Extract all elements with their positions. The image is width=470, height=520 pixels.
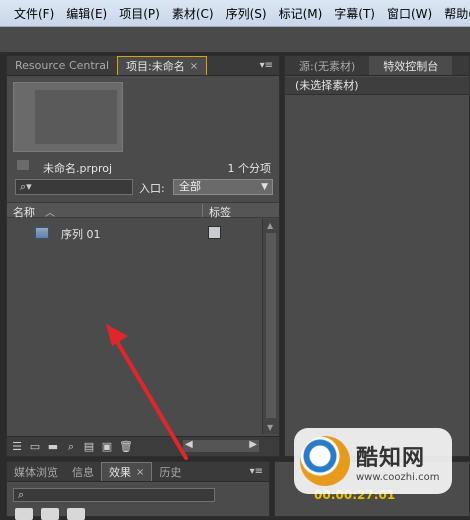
menu-help[interactable]: 帮助(H) <box>438 5 470 22</box>
list-view-icon[interactable]: ☰ <box>11 440 23 453</box>
32bit-effects-icon[interactable] <box>41 508 59 520</box>
menu-file[interactable]: 文件(F) <box>8 5 60 22</box>
column-header: 名称 ︿ 标签 <box>7 202 279 220</box>
menu-marker[interactable]: 标记(M) <box>273 5 329 22</box>
watermark: 酷知网 www.coozhi.com <box>294 428 452 494</box>
menu-project[interactable]: 项目(P) <box>113 5 166 22</box>
source-panel-tabbar: 源:(无素材) 特效控制台 <box>285 56 469 76</box>
accelerated-effects-icon[interactable] <box>15 508 33 520</box>
scroll-left-icon[interactable]: ◀ <box>185 439 193 450</box>
clear-icon[interactable]: 🗑 <box>119 440 133 453</box>
scroll-up-icon[interactable]: ▲ <box>267 221 273 230</box>
scroll-right-icon[interactable]: ▶ <box>249 439 257 450</box>
search-icon: ⌕▾ <box>20 180 32 193</box>
entry-label: 入口: <box>139 182 165 195</box>
tab-info[interactable]: 信息 <box>65 462 101 481</box>
effects-filter-icons <box>15 508 85 520</box>
tool-strip <box>0 27 470 53</box>
tab-label: 媒体浏览 <box>14 465 58 479</box>
item-count: 1 个分项 <box>227 162 272 175</box>
tab-media-browser[interactable]: 媒体浏览 <box>7 462 65 481</box>
menu-edit[interactable]: 编辑(E) <box>60 5 113 22</box>
tab-label: Resource Central <box>15 59 109 72</box>
no-clip-selected: (未选择素材) <box>285 77 469 95</box>
coozhi-logo <box>300 436 350 486</box>
watermark-url: www.coozhi.com <box>356 471 440 483</box>
effects-panel: 媒体浏览 信息 效果 × 历史 ▾≡ ⌕ <box>6 461 270 520</box>
panel-menu-icon[interactable]: ▾≡ <box>250 466 263 477</box>
horizontal-scrollbar[interactable]: ◀ ▶ <box>183 439 259 452</box>
tab-label: 项目:未命名 <box>126 60 185 73</box>
close-icon[interactable]: × <box>190 61 198 72</box>
sequence-icon <box>35 227 49 239</box>
watermark-text: 酷知网 www.coozhi.com <box>356 440 439 483</box>
menu-clip[interactable]: 素材(C) <box>166 5 220 22</box>
menu-bar: 文件(F) 编辑(E) 项目(P) 素材(C) 序列(S) 标记(M) 字幕(T… <box>0 0 470 27</box>
automate-icon[interactable]: ▬ <box>47 440 59 453</box>
tab-effect-controls[interactable]: 特效控制台 <box>369 56 453 75</box>
icon-view-icon[interactable]: ▭ <box>29 440 41 453</box>
preview-frame <box>34 89 118 145</box>
project-item-list: 序列 01 <box>7 219 262 434</box>
tab-label: 源:(无素材) <box>299 59 356 73</box>
sort-asc-icon: ︿ <box>45 208 55 219</box>
yuv-effects-icon[interactable] <box>67 508 85 520</box>
close-icon[interactable]: × <box>136 467 144 478</box>
new-bin-icon[interactable]: ▤ <box>83 440 95 453</box>
column-separator[interactable] <box>202 204 203 217</box>
tab-project[interactable]: 项目:未命名 × <box>117 56 208 75</box>
project-file-name: 未命名.prproj <box>43 162 113 175</box>
tab-history[interactable]: 历史 <box>152 462 188 481</box>
project-panel: Resource Central 项目:未命名 × ▾≡ 未命名.prproj … <box>6 55 280 457</box>
source-panel: 源:(无素材) 特效控制台 (未选择素材) <box>284 55 470 457</box>
tab-source[interactable]: 源:(无素材) <box>285 56 369 75</box>
column-label-header[interactable]: 标签 <box>209 204 231 220</box>
scroll-down-icon[interactable]: ▼ <box>267 423 273 432</box>
column-name-header[interactable]: 名称 <box>13 204 35 220</box>
menu-sequence[interactable]: 序列(S) <box>220 5 273 22</box>
tab-label: 特效控制台 <box>383 59 439 73</box>
panel-menu-icon[interactable]: ▾≡ <box>260 60 273 71</box>
tab-label: 信息 <box>72 465 94 479</box>
search-icon: ⌕ <box>18 488 25 501</box>
project-panel-tabbar: Resource Central 项目:未命名 × ▾≡ <box>7 56 279 76</box>
tab-effects[interactable]: 效果 × <box>101 462 153 481</box>
tab-resource-central[interactable]: Resource Central <box>7 56 117 75</box>
search-input[interactable]: ⌕▾ <box>15 179 133 195</box>
chevron-down-icon: ▼ <box>261 182 268 192</box>
entry-select-value: 全部 <box>179 180 201 193</box>
label-color-swatch[interactable] <box>208 226 221 239</box>
list-item[interactable]: 序列 01 <box>7 224 262 242</box>
tab-label: 效果 <box>109 466 131 479</box>
item-name: 序列 01 <box>61 228 101 241</box>
menu-window[interactable]: 窗口(W) <box>381 5 438 22</box>
vertical-scrollbar[interactable]: ▲ ▼ <box>262 219 279 434</box>
effects-panel-tabbar: 媒体浏览 信息 效果 × 历史 ▾≡ <box>7 462 269 482</box>
tab-label: 历史 <box>159 465 182 479</box>
entry-select[interactable]: 全部 ▼ <box>173 179 273 195</box>
new-item-icon[interactable]: ▣ <box>101 440 113 453</box>
folder-icon <box>17 160 29 170</box>
preview-thumbnail <box>13 82 123 152</box>
find-icon[interactable]: ⌕ <box>65 440 77 453</box>
watermark-title: 酷知网 <box>356 445 426 471</box>
effects-search-input[interactable]: ⌕ <box>13 488 215 502</box>
scroll-track[interactable] <box>266 233 276 418</box>
menu-title[interactable]: 字幕(T) <box>328 5 381 22</box>
